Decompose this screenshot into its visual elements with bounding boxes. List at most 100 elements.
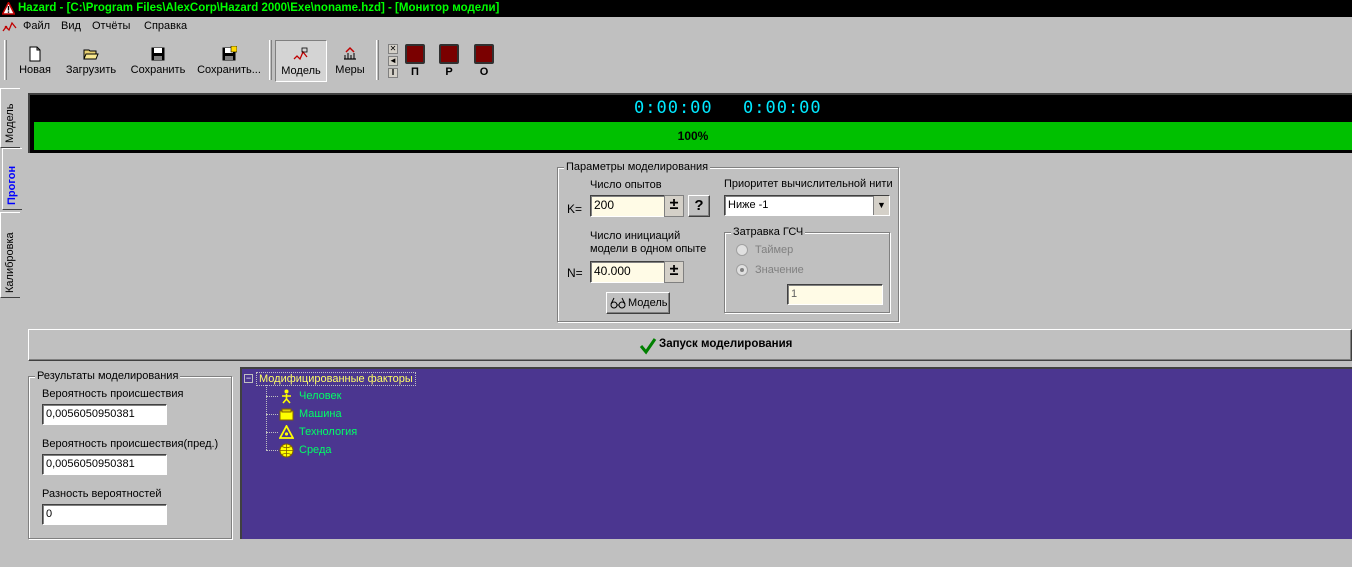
checkmark-icon [639, 338, 657, 355]
tab-calibration[interactable]: Калибровка [0, 212, 20, 298]
n-prefix: N= [567, 266, 583, 280]
probability-pred-field[interactable]: 0,0056050950381 [42, 454, 167, 475]
model-toolbar-button[interactable]: Модель [275, 40, 327, 82]
open-folder-icon [83, 49, 99, 60]
measures-icon [344, 46, 356, 60]
simulation-params-title: Параметры моделирования [564, 161, 711, 173]
timer-panel: 0:00:00 0:00:00 100% [28, 93, 1352, 153]
initiations-input[interactable]: 40.000 [590, 261, 666, 283]
floppy-disk-icon [151, 47, 165, 61]
new-label: Новая [19, 64, 51, 76]
save-as-label: Сохранить... [197, 64, 261, 76]
priority-select[interactable]: Ниже -1 ▼ [724, 195, 890, 216]
factors-tree[interactable]: − Модифицированные факторы Человек Машин… [240, 367, 1352, 539]
results-group: Результаты моделирования Вероятность про… [28, 370, 232, 539]
tree-connector [266, 432, 278, 433]
seed-timer-radio[interactable] [736, 244, 748, 256]
tree-root-node[interactable]: Модифицированные факторы [256, 372, 416, 386]
toolbar-grip[interactable] [4, 40, 7, 80]
model-button[interactable]: Модель [606, 292, 670, 314]
tree-collapse-toggle[interactable]: − [244, 374, 253, 383]
menu-file[interactable]: Файл [23, 20, 50, 32]
warning-icon [2, 2, 15, 15]
load-button[interactable]: Загрузить [62, 40, 120, 82]
tree-node-machine[interactable]: Машина [299, 408, 342, 420]
red-button-p-label: П [411, 66, 419, 78]
menu-bar: Файл Вид Отчёты Справка [0, 17, 1352, 37]
load-label: Загрузить [65, 64, 117, 76]
probability-label: Вероятность происшествия [42, 388, 184, 400]
technology-icon [279, 425, 294, 439]
seed-value-radio[interactable] [736, 264, 748, 276]
tree-node-technology[interactable]: Технология [299, 426, 357, 438]
tab-model[interactable]: Модель [0, 88, 20, 148]
initiations-spinner[interactable]: ± [664, 261, 684, 283]
trials-input[interactable]: 200 [590, 195, 666, 217]
rng-seed-title: Затравка ГСЧ [731, 226, 806, 238]
simulation-params-group: Параметры моделирования Число опытов K= … [557, 161, 899, 322]
red-button-o[interactable] [474, 44, 494, 64]
toolbar: Новая Загрузить Сохранить Сохранить... М… [0, 38, 1352, 84]
initiations-label-1: Число инициаций [590, 230, 681, 242]
tab-calibration-label: Калибровка [4, 232, 16, 293]
stop-small-icon[interactable]: ✕ [388, 44, 398, 54]
chevron-down-icon[interactable]: ▼ [873, 196, 889, 215]
tree-connector [266, 450, 278, 451]
priority-value: Ниже -1 [728, 199, 769, 211]
tree-connector [266, 385, 267, 450]
help-question-icon: ? [694, 197, 704, 214]
glasses-icon [610, 297, 626, 309]
progress-bar: 100% [34, 122, 1352, 150]
results-title: Результаты моделирования [35, 370, 181, 382]
save-label: Сохранить [130, 64, 186, 76]
seed-value-label: Значение [755, 264, 804, 276]
new-file-icon [29, 46, 41, 62]
red-button-r[interactable] [439, 44, 459, 64]
app-graph-icon[interactable] [2, 19, 18, 35]
probability-field[interactable]: 0,0056050950381 [42, 404, 167, 425]
red-button-r-label: Р [445, 66, 453, 78]
red-button-o-label: О [479, 66, 489, 78]
probability-diff-label: Разность вероятностей [42, 488, 162, 500]
tree-node-human[interactable]: Человек [299, 390, 341, 402]
save-as-button[interactable]: Сохранить... [195, 40, 263, 82]
measures-label: Меры [335, 64, 365, 76]
measures-button[interactable]: Меры [330, 40, 370, 82]
trials-label: Число опытов [590, 179, 662, 191]
menu-reports[interactable]: Отчёты [92, 20, 130, 32]
seed-value-input[interactable]: 1 [787, 284, 883, 305]
tab-run[interactable]: Прогон [2, 148, 22, 210]
rng-seed-group: Затравка ГСЧ Таймер Значение 1 [724, 226, 890, 313]
priority-label: Приоритет вычислительной нити [724, 178, 893, 190]
back-small-icon[interactable]: ◄ [388, 56, 398, 66]
probability-diff-field[interactable]: 0 [42, 504, 167, 525]
progress-percent: 100% [677, 129, 709, 143]
run-simulation-button[interactable]: Запуск моделирования [28, 329, 1352, 361]
window-title: Hazard - [C:\Program Files\AlexCorp\Haza… [18, 2, 500, 14]
pause-small-icon[interactable]: ‖ [388, 68, 398, 78]
red-button-p[interactable] [405, 44, 425, 64]
tree-connector [266, 396, 278, 397]
globe-icon [279, 443, 294, 458]
probability-pred-label: Вероятность происшествия(пред.) [42, 438, 219, 450]
menu-help[interactable]: Справка [144, 20, 187, 32]
save-button[interactable]: Сохранить [127, 40, 189, 82]
new-button[interactable]: Новая [14, 40, 56, 82]
toolbar-separator-2 [376, 40, 379, 80]
save-as-icon [222, 46, 237, 61]
menu-view[interactable]: Вид [61, 20, 81, 32]
seed-timer-label: Таймер [755, 244, 794, 256]
tree-node-environment[interactable]: Среда [299, 444, 331, 456]
left-tab-strip: Модель Прогон Калибровка [0, 86, 22, 567]
initiations-label-2: модели в одном опыте [590, 243, 707, 255]
title-bar: Hazard - [C:\Program Files\AlexCorp\Haza… [0, 0, 1352, 17]
k-prefix: K= [567, 202, 583, 216]
remaining-time: 0:00:00 [743, 98, 822, 118]
model-graph-icon [293, 47, 308, 61]
trials-spinner[interactable]: ± [664, 195, 684, 217]
elapsed-time: 0:00:00 [634, 98, 713, 118]
model-button-label: Модель [628, 297, 668, 309]
help-button[interactable]: ? [688, 195, 710, 217]
person-icon [282, 389, 291, 404]
model-label: Модель [281, 65, 321, 77]
